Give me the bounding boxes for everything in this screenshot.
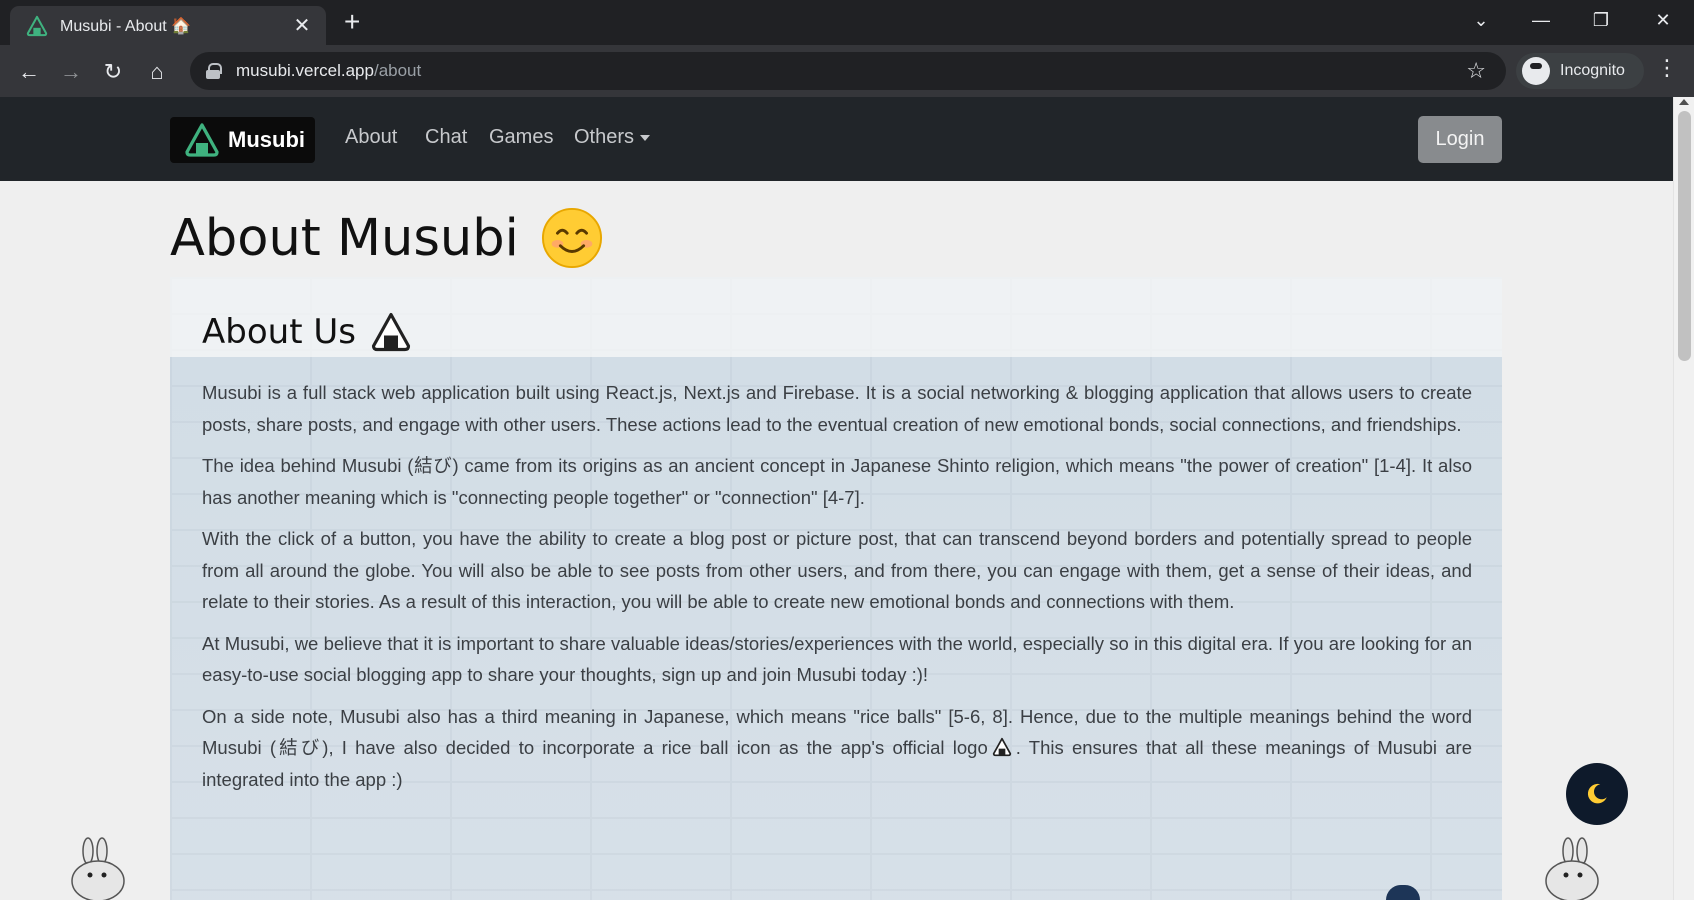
url-host: musubi.vercel.app <box>236 61 374 80</box>
browser-tabstrip: Musubi - About 🏠 ✕ + ⌄ — ❐ ✕ <box>0 0 1694 45</box>
address-bar[interactable]: musubi.vercel.app /about ☆ <box>190 52 1506 90</box>
tab-title: Musubi - About 🏠 <box>60 17 192 35</box>
paragraph-intro: Musubi is a full stack web application b… <box>202 382 1472 435</box>
new-tab-button[interactable]: + <box>344 8 360 36</box>
rice-ball-icon <box>992 737 1011 757</box>
bunny-icon <box>1545 837 1599 900</box>
nav-chat[interactable]: Chat <box>425 126 467 149</box>
star-icon[interactable]: ☆ <box>1466 58 1486 84</box>
minimize-icon[interactable]: — <box>1518 6 1564 34</box>
paragraph-idea: The idea behind Musubi (結び) came from it… <box>202 455 1472 508</box>
smiling-face-icon <box>541 207 602 269</box>
restore-icon[interactable]: ❐ <box>1578 6 1624 34</box>
login-button[interactable]: Login <box>1418 116 1502 163</box>
incognito-icon <box>1522 57 1550 85</box>
rice-ball-icon <box>185 123 219 157</box>
profile-label: Incognito <box>1560 62 1625 79</box>
home-icon[interactable]: ⌂ <box>140 55 174 89</box>
nav-others-dropdown[interactable]: Others <box>574 126 651 149</box>
caret-down-icon <box>640 134 651 141</box>
page-scrollbar[interactable] <box>1673 97 1694 900</box>
site-navbar: Musubi About Chat Games Others Login <box>0 97 1673 181</box>
about-paragraphs: Musubi is a full stack web application b… <box>202 377 1472 805</box>
paragraph-belief: At Musubi, we believe that it is importa… <box>202 632 1472 686</box>
bunny-icon <box>71 837 125 900</box>
reload-icon[interactable]: ↻ <box>96 55 130 89</box>
scrollbar-thumb[interactable] <box>1678 111 1691 361</box>
browser-toolbar: ← → ↻ ⌂ musubi.vercel.app /about ☆ Incog… <box>0 45 1694 97</box>
brand-name: Musubi <box>228 127 305 152</box>
brand-link[interactable]: Musubi <box>170 117 315 163</box>
back-icon[interactable]: ← <box>12 55 46 89</box>
forward-icon[interactable]: → <box>54 55 88 89</box>
page-viewport: Musubi About Chat Games Others Login Abo… <box>0 97 1694 900</box>
moon-icon <box>1587 783 1607 804</box>
browser-tab[interactable]: Musubi - About 🏠 ✕ <box>10 6 326 45</box>
rice-ball-icon <box>371 312 411 352</box>
nav-about[interactable]: About <box>345 126 397 149</box>
nav-others-label: Others <box>574 126 635 148</box>
page-title-text: About Musubi <box>170 208 519 268</box>
paragraph-side-note: On a side note, Musubi also has a third … <box>202 701 1472 796</box>
profile-button[interactable]: Incognito <box>1516 53 1644 89</box>
more-vert-icon[interactable]: ⋮ <box>1656 55 1678 81</box>
nav-games[interactable]: Games <box>489 126 553 149</box>
page-title: About Musubi <box>170 207 603 269</box>
about-us-heading: About Us <box>202 311 412 353</box>
close-window-icon[interactable]: ✕ <box>1640 6 1686 34</box>
scroll-up-icon[interactable] <box>1679 99 1689 105</box>
tab-search-icon[interactable]: ⌄ <box>1458 6 1504 34</box>
dark-mode-toggle[interactable] <box>1566 763 1628 825</box>
about-card: About Us Musubi is a full stack web appl… <box>170 277 1502 900</box>
lock-icon <box>206 63 222 79</box>
tab-close-icon[interactable]: ✕ <box>290 13 314 38</box>
rice-ball-icon <box>26 15 48 36</box>
about-us-heading-text: About Us <box>202 312 356 352</box>
paragraph-features: With the click of a button, you have the… <box>202 528 1472 612</box>
url-path: /about <box>373 61 422 80</box>
